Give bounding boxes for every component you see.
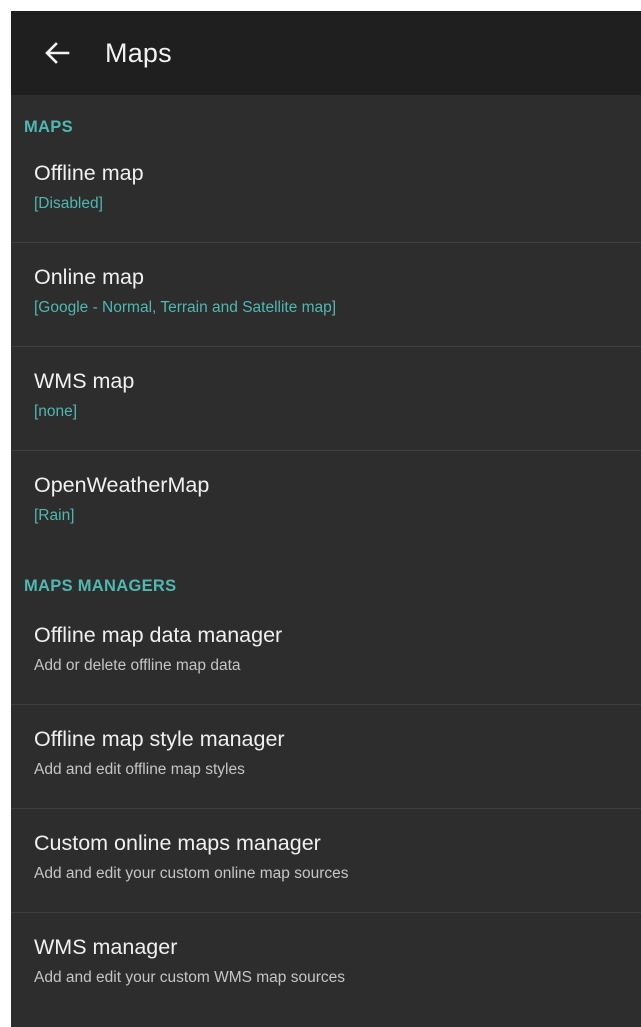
pref-title: Offline map style manager xyxy=(34,727,285,751)
pref-title: Offline map xyxy=(34,161,144,185)
pref-summary: [Disabled] xyxy=(34,195,103,212)
pref-summary: [Google - Normal, Terrain and Satellite … xyxy=(34,299,337,316)
pref-openweathermap[interactable]: OpenWeatherMap [Rain] xyxy=(11,451,641,555)
pref-custom-online-maps-manager[interactable]: Custom online maps manager Add and edit … xyxy=(11,809,641,913)
pref-title: Custom online maps manager xyxy=(34,831,321,855)
maps-settings-screen: Maps MAPS Offline map [Disabled] Online … xyxy=(11,11,641,1027)
pref-title: Offline map data manager xyxy=(34,623,283,647)
pref-title: WMS manager xyxy=(34,935,178,959)
pref-wms-manager[interactable]: WMS manager Add and edit your custom WMS… xyxy=(11,913,641,1017)
pref-online-map[interactable]: Online map [Google - Normal, Terrain and… xyxy=(11,243,641,347)
pref-summary: Add and edit your custom WMS map sources xyxy=(34,969,345,986)
pref-title: Online map xyxy=(34,265,144,289)
pref-offline-map-data-manager[interactable]: Offline map data manager Add or delete o… xyxy=(11,601,641,705)
back-button[interactable] xyxy=(39,35,75,71)
pref-offline-map[interactable]: Offline map [Disabled] xyxy=(11,139,641,243)
pref-summary: [none] xyxy=(34,403,78,420)
pref-offline-map-style-manager[interactable]: Offline map style manager Add and edit o… xyxy=(11,705,641,809)
pref-wms-map[interactable]: WMS map [none] xyxy=(11,347,641,451)
page-title: Maps xyxy=(105,37,172,68)
pref-summary: Add and edit your custom online map sour… xyxy=(34,865,349,882)
section-header-maps-managers: MAPS MANAGERS xyxy=(24,577,177,595)
pref-title: WMS map xyxy=(34,369,135,393)
pref-summary: Add and edit offline map styles xyxy=(34,761,245,778)
section-header-maps: MAPS xyxy=(24,118,73,136)
pref-title: OpenWeatherMap xyxy=(34,473,210,497)
arrow-left-icon xyxy=(44,41,70,65)
app-bar: Maps xyxy=(11,11,641,95)
pref-summary: [Rain] xyxy=(34,507,75,524)
pref-summary: Add or delete offline map data xyxy=(34,657,241,674)
